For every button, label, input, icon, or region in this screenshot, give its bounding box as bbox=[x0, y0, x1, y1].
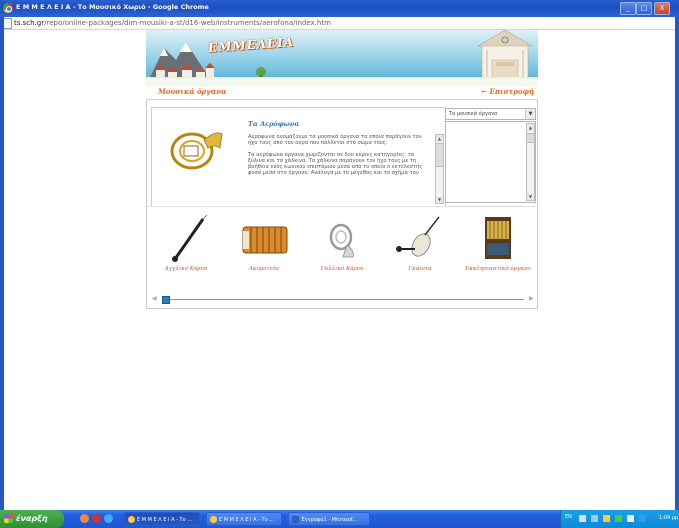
quicklaunch-media-icon[interactable] bbox=[92, 514, 101, 523]
window-frame-right bbox=[675, 17, 679, 510]
info-box: Τα Αερόφωνα Αερόφωνα ονομάζουμε τα μουσι… bbox=[151, 107, 446, 207]
maximize-button[interactable]: □ bbox=[636, 2, 652, 15]
back-link[interactable]: ← Επιστροφή bbox=[481, 87, 534, 96]
keyboard-icon[interactable] bbox=[579, 515, 586, 522]
bagpipe-icon bbox=[396, 216, 440, 257]
instrument-item[interactable]: Ακορντεόν bbox=[229, 213, 299, 283]
french-horn-icon bbox=[329, 223, 354, 258]
windows-logo-icon bbox=[4, 514, 13, 523]
instrument-item[interactable]: Αγγλικό Κόρνο bbox=[151, 213, 221, 283]
instrument-label: Εκκλησιαστικό όργανο bbox=[465, 266, 531, 272]
scroll-up-arrow-icon[interactable]: ▲ bbox=[527, 124, 534, 131]
volume-icon[interactable] bbox=[627, 515, 634, 522]
instrument-item[interactable]: Γκάιντα bbox=[385, 213, 455, 283]
taskbar: έναρξη Ε Μ Μ Ε Λ Ε Ι Α - Το ... Ε Μ Μ Ε … bbox=[0, 510, 679, 528]
instruments-listbox[interactable]: ▲ ▼ bbox=[445, 121, 536, 203]
chevron-down-icon[interactable]: ▼ bbox=[525, 109, 535, 119]
bluetooth-icon[interactable] bbox=[639, 515, 646, 522]
window-title-bar[interactable]: Ε Μ Μ Ε Λ Ε Ι Α - Το Μουσικό Χωριό - Goo… bbox=[0, 0, 679, 17]
scroll-down-arrow-icon[interactable]: ▼ bbox=[527, 193, 534, 200]
display-icon[interactable] bbox=[591, 515, 598, 522]
security-icon[interactable] bbox=[615, 515, 622, 522]
network-icon[interactable] bbox=[603, 515, 610, 522]
url-text[interactable]: ts.sch.gr/repo/online-packages/dim-mousi… bbox=[14, 17, 331, 29]
scroll-down-arrow-icon[interactable]: ▼ bbox=[436, 196, 443, 203]
instrument-label: Αγγλικό Κόρνο bbox=[164, 266, 208, 272]
french-horn-icon bbox=[170, 132, 223, 170]
system-tray: EN 1:04 μμ bbox=[560, 510, 679, 528]
window-frame-left bbox=[0, 17, 4, 510]
info-text: Αερόφωνα ονομάζουμε τα μουσικά όργανα τα… bbox=[248, 134, 431, 204]
instruments-slider-track[interactable] bbox=[162, 299, 524, 300]
info-scrollbar[interactable]: ▲ ▼ bbox=[435, 134, 444, 204]
taskbar-item[interactable]: Ε Μ Μ Ε Λ Ε Ι Α - Το ... bbox=[206, 512, 282, 526]
taskbar-item-label: Ε Μ Μ Ε Λ Ε Ι Α - Το ... bbox=[219, 517, 274, 523]
taskbar-item-label: Ε Μ Μ Ε Λ Ε Ι Α - Το ... bbox=[137, 517, 192, 523]
minimize-button[interactable]: _ bbox=[620, 2, 636, 15]
language-indicator[interactable]: EN bbox=[565, 514, 572, 520]
clock: 1:04 μμ bbox=[659, 515, 679, 521]
instrument-label: Ακορντεόν bbox=[248, 266, 280, 272]
instrument-label: Γαλλικό Κόρνο bbox=[320, 266, 364, 272]
window-title: Ε Μ Μ Ε Λ Ε Ι Α - Το Μουσικό Χωριό - Goo… bbox=[16, 3, 209, 11]
chrome-icon bbox=[3, 3, 13, 13]
dropdown-value: Τα μουσικά όργανα bbox=[449, 111, 498, 117]
instrument-item[interactable]: Εκκλησιαστικό όργανο bbox=[463, 213, 533, 283]
info-paragraph: Αερόφωνα ονομάζουμε τα μουσικά όργανα τα… bbox=[248, 134, 422, 147]
listbox-scrollbar[interactable]: ▲ ▼ bbox=[526, 123, 535, 201]
chrome-icon bbox=[210, 516, 217, 523]
instrument-item[interactable]: Γαλλικό Κόρνο bbox=[307, 213, 377, 283]
url-path: /repo/online-packages/dim-mousiki-a-st/d… bbox=[44, 19, 331, 27]
taskbar-item-label: Έγγραφο1 - Microsof... bbox=[301, 517, 357, 523]
instrument-label: Γκάιντα bbox=[408, 266, 432, 272]
taskbar-item[interactable]: Έγγραφο1 - Microsof... bbox=[288, 512, 370, 526]
page-content: ΕΜΜΕΛΕΙΑ Μουσικά όργανα ← Επιστροφή Τα Α… bbox=[146, 30, 538, 309]
scroll-thumb[interactable] bbox=[436, 143, 443, 167]
english-horn-icon bbox=[172, 214, 208, 262]
scroll-thumb[interactable] bbox=[527, 133, 534, 143]
address-bar[interactable]: ts.sch.gr/repo/online-packages/dim-mousi… bbox=[0, 17, 679, 30]
scroll-up-arrow-icon[interactable]: ▲ bbox=[436, 135, 443, 142]
slider-right-arrow-icon[interactable]: ▶ bbox=[529, 295, 534, 302]
close-button[interactable]: X bbox=[654, 2, 670, 15]
section-title: Μουσικά όργανα bbox=[158, 87, 227, 96]
banner-ground bbox=[146, 77, 538, 86]
slider-thumb[interactable] bbox=[162, 296, 170, 304]
word-document-icon bbox=[292, 516, 299, 523]
chrome-icon bbox=[128, 516, 135, 523]
taskbar-item[interactable]: Ε Μ Μ Ε Λ Ε Ι Α - Το ... bbox=[124, 512, 200, 526]
header-banner: ΕΜΜΕΛΕΙΑ bbox=[146, 30, 538, 86]
quicklaunch-desktop-icon[interactable] bbox=[104, 514, 113, 523]
instruments-panel: Τα Αερόφωνα Αερόφωνα ονομάζουμε τα μουσι… bbox=[146, 99, 538, 309]
info-title: Τα Αερόφωνα bbox=[248, 120, 300, 128]
instruments-dropdown[interactable]: Τα μουσικά όργανα ▼ bbox=[445, 108, 536, 120]
quicklaunch-browser-icon[interactable] bbox=[80, 514, 89, 523]
accordion-icon bbox=[242, 226, 288, 254]
divider bbox=[147, 206, 537, 207]
start-label: έναρξη bbox=[16, 514, 48, 523]
start-button[interactable]: έναρξη bbox=[0, 510, 64, 528]
slider-left-arrow-icon[interactable]: ◀ bbox=[152, 295, 157, 302]
church-organ-icon bbox=[485, 217, 511, 259]
page-icon bbox=[3, 18, 12, 29]
info-paragraph: Τα αερόφωνα όργανα χωρίζονται σε δύο κύρ… bbox=[248, 151, 423, 177]
url-host: ts.sch.gr bbox=[14, 19, 45, 27]
